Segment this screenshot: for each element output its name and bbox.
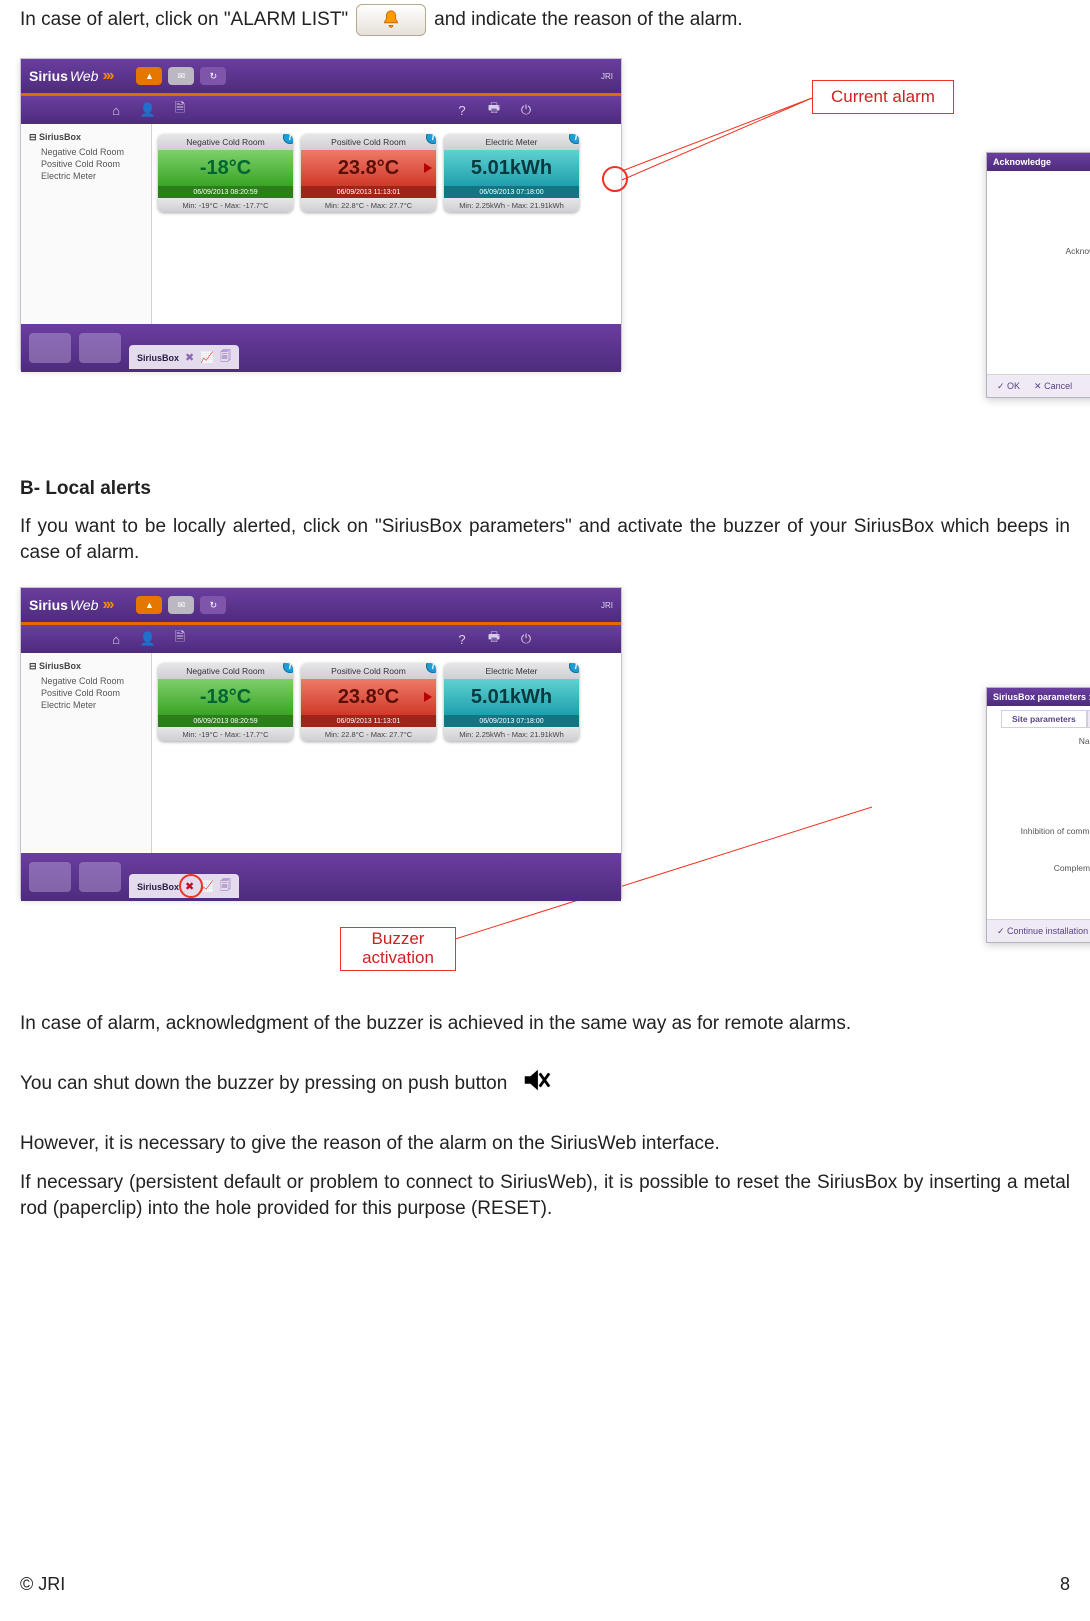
nav-user-icon[interactable]: 👤 [137,631,159,647]
sidebar-item-elec[interactable]: Electric Meter [41,171,147,181]
footer-tab[interactable]: SiriusBox ✖ 📈 🗐 [129,874,239,898]
intro-text-before: In case of alert, click on "ALARM LIST" [20,9,348,31]
sidebar-item-neg[interactable]: Negative Cold Room [41,676,147,686]
nav-power-icon[interactable]: ⏻ [515,102,537,118]
nav-user-icon[interactable]: 👤 [137,102,159,118]
section-b-heading: B- Local alerts [20,478,1070,500]
sidebar-item-pos[interactable]: Positive Cold Room [41,688,147,698]
app-navbar: ⌂ 👤 🗎 ? 🖶 ⏻ [21,96,621,124]
tile-positive[interactable]: Positive Cold Roomi 23.8°C 06/09/2013 11… [301,134,436,212]
wrench-icon[interactable]: ✖ [185,880,194,893]
app-topbar: SiriusWeb››› ▲ ✉ ↻ JRI [21,59,621,96]
nav-help-icon[interactable]: ? [451,632,473,647]
sidebar: ⊟ SiriusBox Negative Cold Room Positive … [21,124,152,324]
copy-icon[interactable]: 🗐 [220,877,231,896]
footer-widget-1[interactable] [29,333,71,363]
nav-help-icon[interactable]: ? [451,103,473,118]
app-footer: SiriusBox ✖ 📈 🗐 [21,324,621,372]
topbar-refresh-icon[interactable]: ↻ [200,67,226,85]
footer-copyright: © JRI [20,1574,65,1595]
footer-tab[interactable]: SiriusBox ✖ 📈 🗐 [129,345,239,369]
sidebar-root[interactable]: ⊟ SiriusBox [29,132,147,143]
intro-text-after: and indicate the reason of the alarm. [434,9,742,31]
para-ack-buzzer: In case of alarm, acknowledgment of the … [20,1011,1070,1037]
sidebar-item-neg[interactable]: Negative Cold Room [41,147,147,157]
nav-print-icon[interactable]: 🖶 [483,628,505,650]
section-b-text: If you want to be locally alerted, click… [20,514,1070,565]
copy-icon[interactable]: 🗐 [220,348,231,367]
tile-electric[interactable]: Electric Meteri 5.01kWh 06/09/2013 07:18… [444,134,579,212]
alarm-arrow-icon [424,163,432,173]
chart-icon[interactable]: 📈 [200,351,214,364]
info-icon[interactable]: i [283,134,293,144]
footer-page-number: 8 [1060,1574,1070,1595]
bell-icon [380,9,402,31]
para-reason: However, it is necessary to give the rea… [20,1131,1070,1157]
sidebar-item-pos[interactable]: Positive Cold Room [41,159,147,169]
topbar-refresh-icon[interactable]: ↻ [200,596,226,614]
dialog-title: SiriusBox parameters : SiriusBox [993,692,1090,702]
nav-doc-icon[interactable]: 🗎 [169,99,191,121]
sidebar-item-elec[interactable]: Electric Meter [41,700,147,710]
continue-button[interactable]: ✓ Continue installation [997,926,1088,937]
nav-home-icon[interactable]: ⌂ [105,103,127,118]
parameters-dialog: SiriusBox parameters : SiriusBox × Site … [986,687,1090,943]
para-mute-btn: You can shut down the buzzer by pressing… [20,1073,507,1094]
ok-button[interactable]: ✓ OK [997,381,1020,392]
info-icon[interactable]: i [569,134,579,144]
tile-negative[interactable]: Negative Cold Roomi -18°C 06/09/2013 08:… [158,134,293,212]
wrench-icon[interactable]: ✖ [185,351,194,364]
nav-home-icon[interactable]: ⌂ [105,632,127,647]
callout-current-alarm: Current alarm [812,80,954,114]
tile-positive[interactable]: Positive Cold Roomi 23.8°C 06/09/2013 11… [301,663,436,741]
tab-site-parameters[interactable]: Site parameters [1001,710,1087,727]
topbar-alarm-icon[interactable]: ▲ [136,596,162,614]
tile-negative[interactable]: Negative Cold Roomi -18°C 06/09/2013 08:… [158,663,293,741]
sidebar-root[interactable]: ⊟ SiriusBox [29,661,147,672]
siriusweb-app-2: SiriusWeb››› ▲ ✉ ↻ JRI ⌂ 👤 🗎 ? 🖶 ⏻ ⊟ Sir… [20,587,622,899]
main-area: Negative Cold Roomi -18°C 06/09/2013 08:… [152,124,621,324]
info-icon[interactable]: i [426,134,436,144]
topbar-alarm-icon[interactable]: ▲ [136,67,162,85]
topbar-mail-icon[interactable]: ✉ [168,67,194,85]
dialog-title: Acknowledge [993,157,1051,167]
siriusweb-app-1: SiriusWeb››› ▲ ✉ ↻ JRI ⌂ 👤 🗎 ? 🖶 ⏻ [20,58,622,370]
acknowledge-dialog: Acknowledge × Alarm date / time06/09/201… [986,152,1090,398]
alarm-list-button[interactable] [356,4,426,36]
nav-doc-icon[interactable]: 🗎 [169,628,191,650]
highlight-circle-topbar [602,166,628,192]
nav-print-icon[interactable]: 🖶 [483,99,505,121]
footer-widget-2[interactable] [79,333,121,363]
topbar-mail-icon[interactable]: ✉ [168,596,194,614]
mute-icon [519,1065,553,1103]
tile-electric[interactable]: Electric Meteri 5.01kWh 06/09/2013 07:18… [444,663,579,741]
callout-buzzer: Buzzer activation [340,927,456,970]
cancel-button[interactable]: ✕ Cancel [1034,381,1072,392]
nav-power-icon[interactable]: ⏻ [515,631,537,647]
app-logo: SiriusWeb››› [29,67,112,85]
para-reset: If necessary (persistent default or prob… [20,1170,1070,1221]
